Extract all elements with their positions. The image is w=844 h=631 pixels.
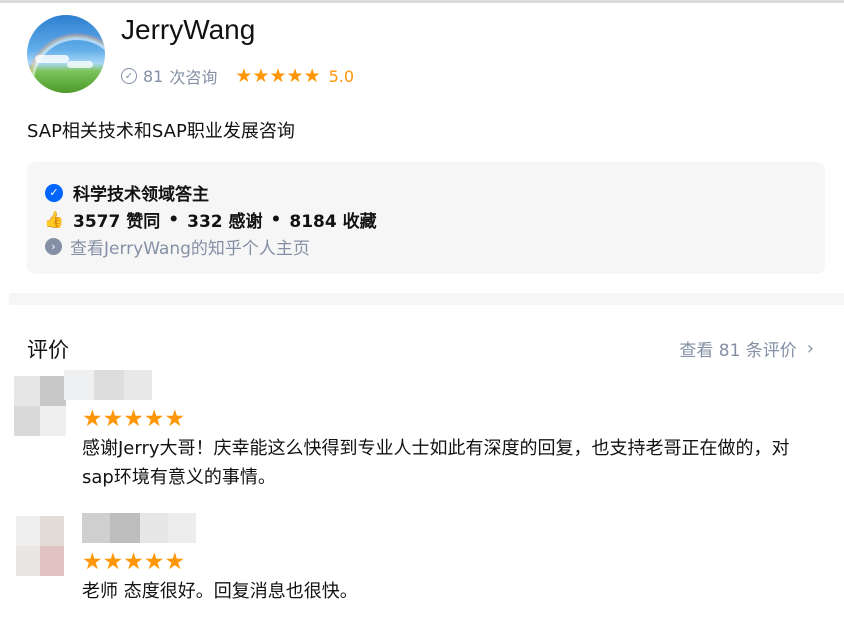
- reviewer-avatar-blurred: [14, 376, 66, 436]
- consult-count: 81: [143, 66, 164, 86]
- thanks-count: 332 感谢: [187, 212, 263, 232]
- avatar-cloud: [35, 55, 69, 63]
- star-icon: ★: [252, 64, 270, 87]
- section-divider: [9, 293, 844, 305]
- separator-dot: •: [168, 209, 180, 230]
- avatar[interactable]: [27, 15, 105, 93]
- star-icon: ★: [164, 549, 186, 575]
- approvals-count: 3577 赞同: [73, 212, 161, 232]
- view-all-reviews-link[interactable]: 查看 81 条评价 ›: [679, 336, 814, 361]
- star-icon: ★: [235, 64, 253, 87]
- consult-label: 次咨询: [169, 68, 218, 87]
- homepage-link[interactable]: › 查看JerryWang的知乎个人主页: [45, 234, 310, 259]
- check-circle-icon: ✓: [121, 68, 137, 84]
- star-icon: ★: [102, 406, 124, 432]
- field-row: ✓ 科学技术领域答主: [45, 180, 209, 205]
- favorites-count: 8184 收藏: [289, 212, 377, 232]
- reviewer-name-blurred: [64, 370, 152, 400]
- star-icon: ★: [269, 64, 287, 87]
- profile-description: SAP相关技术和SAP职业发展咨询: [27, 121, 295, 142]
- star-icon: ★: [123, 406, 144, 432]
- thumbs-up-icon: 👍: [44, 210, 64, 229]
- profile-name: JerryWang: [121, 14, 256, 45]
- verified-badge-icon: ✓: [45, 183, 63, 202]
- top-border: [0, 0, 844, 3]
- star-icon: ★: [82, 549, 103, 575]
- review-text: 老师 态度很好。回复消息也很快。: [82, 581, 358, 602]
- rating-value: 5.0: [328, 66, 355, 86]
- stats-row: 👍 3577 赞同 • 332 感谢 • 8184 收藏: [44, 207, 377, 233]
- reviewer-name-blurred: [82, 513, 196, 543]
- star-icon: ★: [143, 549, 165, 575]
- review-stars: ★ ★ ★ ★ ★: [82, 551, 185, 574]
- field-label: 科学技术领域答主: [73, 185, 209, 205]
- star-icon: ★: [82, 406, 103, 432]
- star-icon: ★: [123, 549, 144, 575]
- reviewer-avatar-blurred: [16, 516, 64, 576]
- star-icon: ★: [303, 64, 321, 87]
- profile-stars: ★ ★ ★ ★ ★: [235, 64, 321, 87]
- star-icon: ★: [164, 406, 186, 432]
- star-icon: ★: [286, 64, 304, 87]
- reviews-heading: 评价: [27, 338, 69, 362]
- chevron-right-icon: ›: [806, 338, 814, 359]
- star-icon: ★: [102, 549, 124, 575]
- info-card: ✓ 科学技术领域答主 👍 3577 赞同 • 332 感谢 • 8184 收藏 …: [27, 162, 825, 274]
- avatar-cloud: [67, 61, 93, 68]
- profile-meta: ✓ 81 次咨询 ★ ★ ★ ★ ★ 5.0: [121, 64, 354, 88]
- view-all-label: 查看 81 条评价: [679, 341, 797, 361]
- separator-dot: •: [270, 209, 282, 230]
- review-stars: ★ ★ ★ ★ ★: [82, 408, 185, 431]
- review-text: 感谢Jerry大哥！庆幸能这么快得到专业人士如此有深度的回复，也支持老哥正在做的…: [82, 438, 790, 488]
- homepage-link-label: 查看JerryWang的知乎个人主页: [70, 239, 310, 259]
- arrow-right-circle-icon: ›: [45, 238, 62, 255]
- star-icon: ★: [143, 406, 165, 432]
